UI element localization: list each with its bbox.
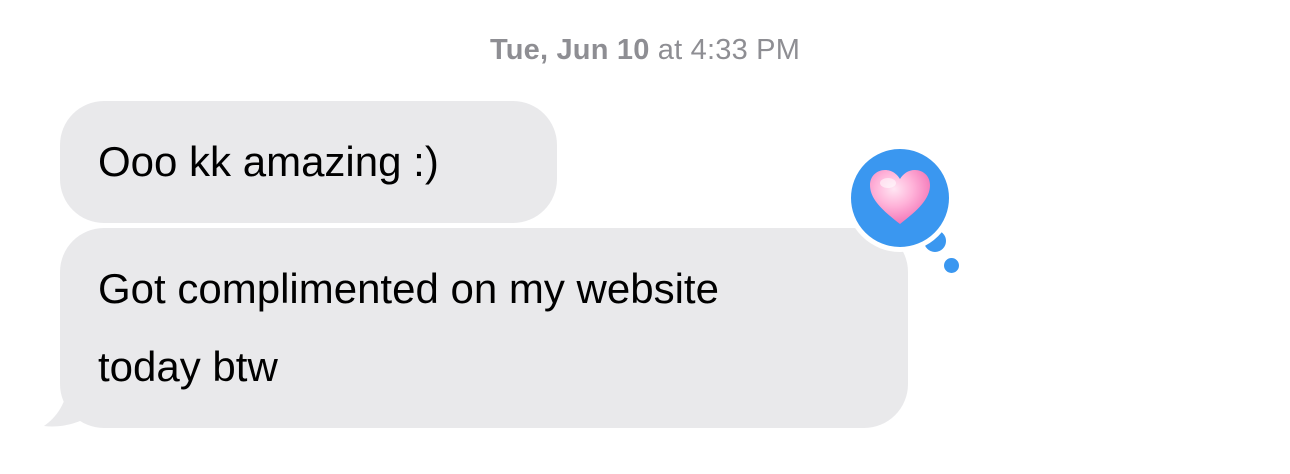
tapback-reaction[interactable] (846, 144, 966, 274)
timestamp-day: Tue, Jun 10 (489, 34, 650, 66)
tapback-tail-dot (944, 258, 959, 273)
message-bubble-received[interactable]: Got complimented on my website today btw (60, 228, 908, 428)
message-text-line: Got complimented on my website (98, 265, 719, 312)
timestamp-separator: at (657, 34, 683, 66)
message-text: Ooo kk amazing :) (98, 138, 439, 185)
heart-icon (870, 170, 930, 224)
message-timestamp: Tue, Jun 10 at 4:33 PM (0, 34, 1290, 67)
timestamp-time: 4:33 PM (690, 34, 801, 66)
message-bubble-received[interactable]: Ooo kk amazing :) (60, 101, 557, 223)
message-text-line: today btw (98, 343, 278, 390)
